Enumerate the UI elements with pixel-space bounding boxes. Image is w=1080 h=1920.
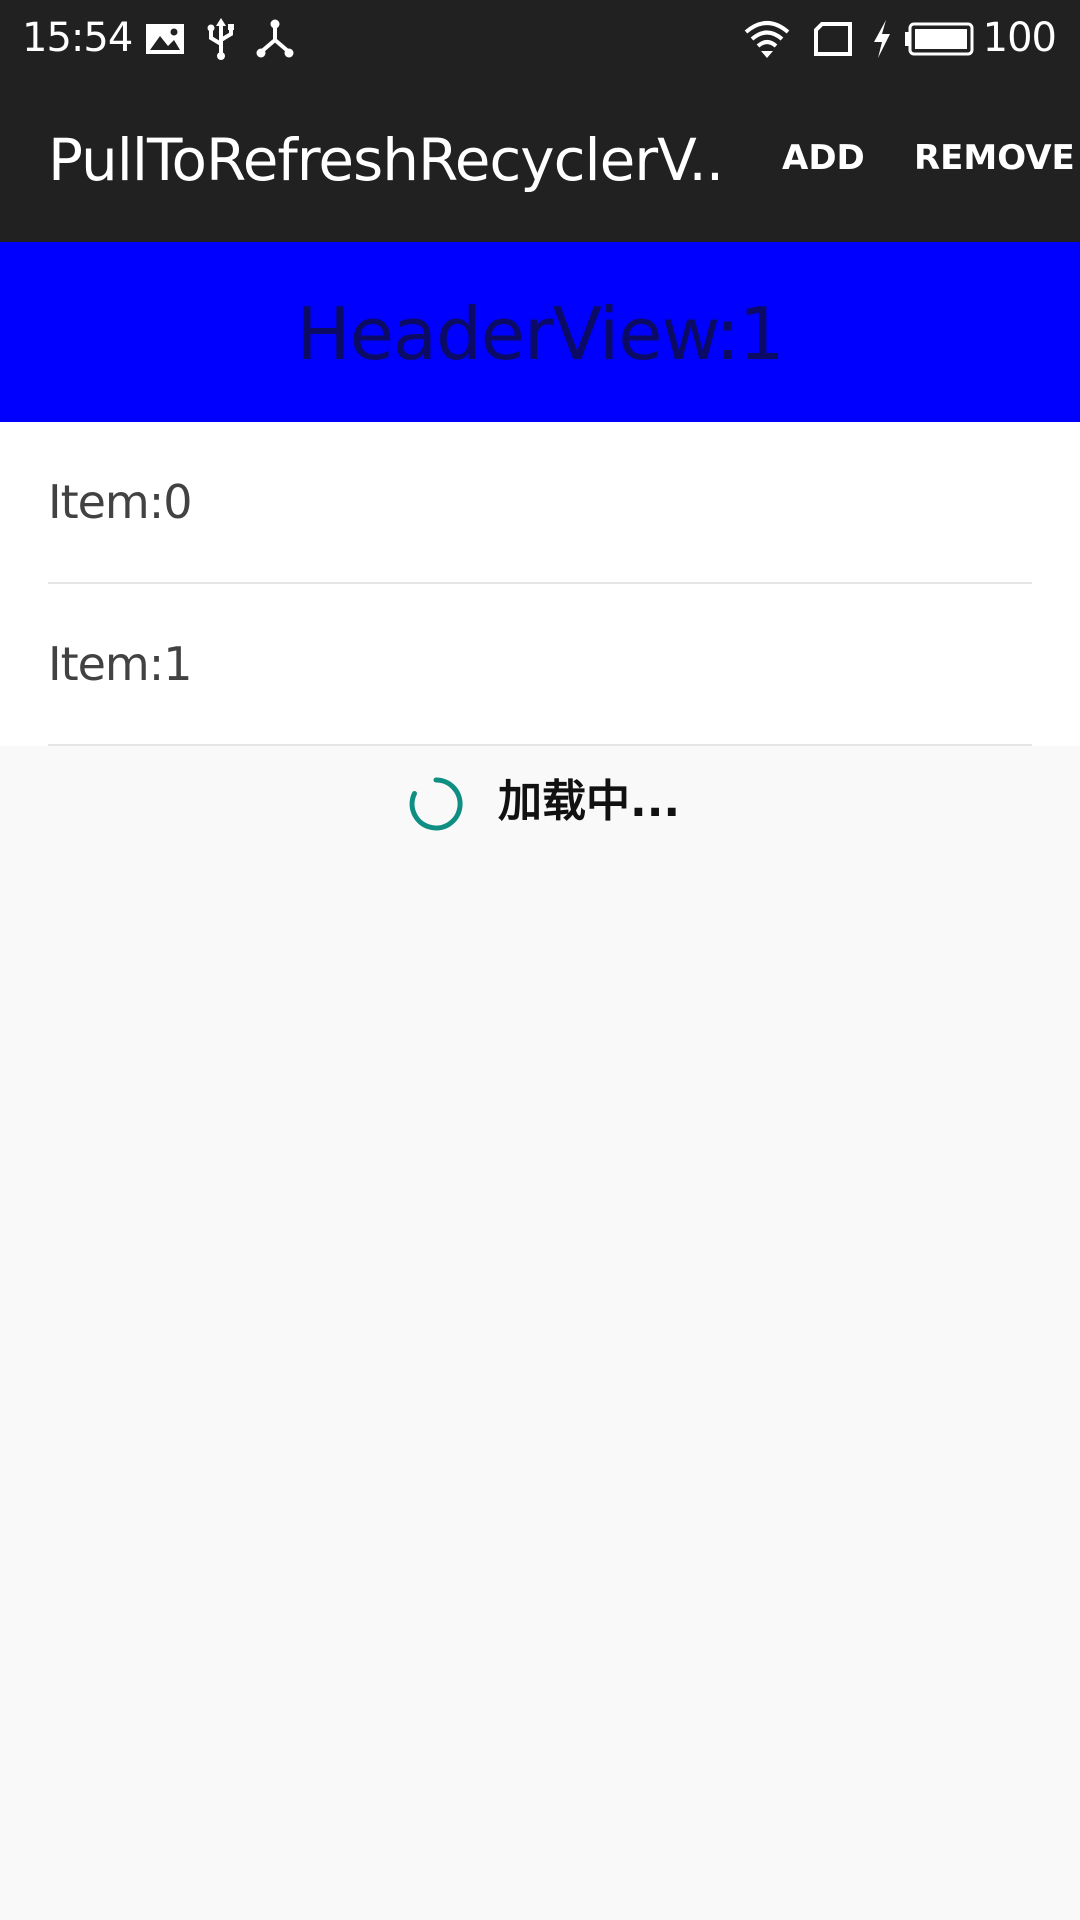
list-item[interactable]: Item:1 xyxy=(0,584,1080,746)
charging-bolt-icon xyxy=(874,20,890,58)
list-divider xyxy=(48,744,1032,746)
toolbar-title: PullToRefreshRecyclerV.. xyxy=(48,126,724,194)
wifi-icon xyxy=(744,21,790,58)
list-item-label: Item:0 xyxy=(48,475,192,529)
debug-share-icon xyxy=(256,19,294,58)
remove-button[interactable]: REMOVE xyxy=(914,136,1075,180)
image-icon xyxy=(146,24,184,54)
list-item-label: Item:1 xyxy=(48,637,192,691)
loading-text: 加载中... xyxy=(498,776,681,827)
status-bar: 15:54 100 xyxy=(0,0,1080,76)
add-button[interactable]: ADD xyxy=(782,136,865,180)
list-item[interactable]: Item:0 xyxy=(0,422,1080,584)
toolbar: PullToRefreshRecyclerV.. ADD REMOVE xyxy=(0,76,1080,242)
usb-icon xyxy=(207,18,234,60)
sim-card-icon xyxy=(814,22,852,56)
header-view: HeaderView:1 xyxy=(0,242,1080,422)
battery-level-text: 100 xyxy=(982,15,1057,61)
app-screen: 15:54 100 PullToRefreshRecyclerV.. ADD R… xyxy=(0,0,1080,1920)
loading-footer: 加载中... xyxy=(0,748,1080,862)
battery-icon xyxy=(905,22,974,56)
status-time: 15:54 xyxy=(22,15,133,61)
header-view-label: HeaderView:1 xyxy=(296,292,784,376)
loading-spinner-icon xyxy=(409,777,463,831)
recycler-list[interactable]: Item:0 Item:1 xyxy=(0,422,1080,746)
